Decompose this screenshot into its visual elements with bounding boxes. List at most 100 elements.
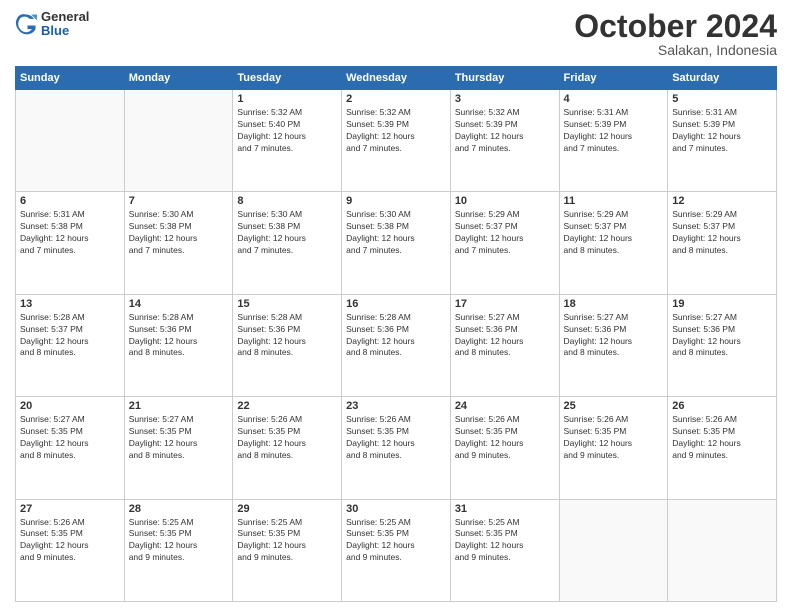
col-saturday: Saturday [668,67,777,90]
day-info: Sunrise: 5:28 AM Sunset: 5:37 PM Dayligh… [20,312,120,360]
title-month: October 2024 [574,10,777,42]
day-number: 15 [237,298,337,310]
day-number: 9 [346,195,446,207]
day-info: Sunrise: 5:26 AM Sunset: 5:35 PM Dayligh… [20,517,120,565]
day-info: Sunrise: 5:26 AM Sunset: 5:35 PM Dayligh… [346,414,446,462]
day-number: 4 [564,93,664,105]
day-info: Sunrise: 5:29 AM Sunset: 5:37 PM Dayligh… [672,209,772,257]
day-info: Sunrise: 5:29 AM Sunset: 5:37 PM Dayligh… [564,209,664,257]
col-thursday: Thursday [450,67,559,90]
day-info: Sunrise: 5:27 AM Sunset: 5:36 PM Dayligh… [455,312,555,360]
calendar-cell [124,90,233,192]
calendar-cell: 21 Sunrise: 5:27 AM Sunset: 5:35 PM Dayli… [124,397,233,499]
calendar-cell: 11 Sunrise: 5:29 AM Sunset: 5:37 PM Dayli… [559,192,668,294]
calendar-cell: 6Sunrise: 5:31 AM Sunset: 5:38 PM Daylig… [16,192,125,294]
calendar-week-5: 27 Sunrise: 5:26 AM Sunset: 5:35 PM Dayli… [16,499,777,601]
day-number: 28 [129,503,229,515]
day-info: Sunrise: 5:28 AM Sunset: 5:36 PM Dayligh… [237,312,337,360]
calendar-week-4: 20 Sunrise: 5:27 AM Sunset: 5:35 PM Dayli… [16,397,777,499]
col-wednesday: Wednesday [342,67,451,90]
day-number: 1 [237,93,337,105]
calendar-cell: 12 Sunrise: 5:29 AM Sunset: 5:37 PM Dayli… [668,192,777,294]
day-number: 14 [129,298,229,310]
day-info: Sunrise: 5:31 AM Sunset: 5:39 PM Dayligh… [672,107,772,155]
calendar-cell: 2 Sunrise: 5:32 AM Sunset: 5:39 PM Daylig… [342,90,451,192]
day-info: Sunrise: 5:30 AM Sunset: 5:38 PM Dayligh… [237,209,337,257]
day-number: 21 [129,400,229,412]
logo-blue-text: Blue [41,24,89,38]
day-info: Sunrise: 5:25 AM Sunset: 5:35 PM Dayligh… [455,517,555,565]
title-section: October 2024 Salakan, Indonesia [574,10,777,58]
day-number: 27 [20,503,120,515]
calendar-cell: 24 Sunrise: 5:26 AM Sunset: 5:35 PM Dayli… [450,397,559,499]
page: General Blue October 2024 Salakan, Indon… [0,0,792,612]
header: General Blue October 2024 Salakan, Indon… [15,10,777,58]
calendar-cell: 14 Sunrise: 5:28 AM Sunset: 5:36 PM Dayli… [124,294,233,396]
calendar-cell: 10 Sunrise: 5:29 AM Sunset: 5:37 PM Dayli… [450,192,559,294]
day-number: 13 [20,298,120,310]
calendar-cell: 26Sunrise: 5:26 AM Sunset: 5:35 PM Dayli… [668,397,777,499]
day-number: 10 [455,195,555,207]
calendar-cell: 28 Sunrise: 5:25 AM Sunset: 5:35 PM Dayli… [124,499,233,601]
day-number: 25 [564,400,664,412]
calendar-cell [668,499,777,601]
day-info: Sunrise: 5:27 AM Sunset: 5:35 PM Dayligh… [129,414,229,462]
day-info: Sunrise: 5:31 AM Sunset: 5:38 PM Dayligh… [20,209,120,257]
day-info: Sunrise: 5:27 AM Sunset: 5:36 PM Dayligh… [672,312,772,360]
calendar-cell: 13 Sunrise: 5:28 AM Sunset: 5:37 PM Dayli… [16,294,125,396]
day-info: Sunrise: 5:30 AM Sunset: 5:38 PM Dayligh… [129,209,229,257]
day-number: 24 [455,400,555,412]
day-number: 19 [672,298,772,310]
day-number: 30 [346,503,446,515]
calendar-cell: 16 Sunrise: 5:28 AM Sunset: 5:36 PM Dayli… [342,294,451,396]
day-number: 5 [672,93,772,105]
day-number: 23 [346,400,446,412]
logo-general-text: General [41,10,89,24]
calendar-cell: 23 Sunrise: 5:26 AM Sunset: 5:35 PM Dayli… [342,397,451,499]
day-info: Sunrise: 5:28 AM Sunset: 5:36 PM Dayligh… [129,312,229,360]
day-info: Sunrise: 5:25 AM Sunset: 5:35 PM Dayligh… [346,517,446,565]
day-info: Sunrise: 5:32 AM Sunset: 5:39 PM Dayligh… [455,107,555,155]
day-info: Sunrise: 5:28 AM Sunset: 5:36 PM Dayligh… [346,312,446,360]
day-info: Sunrise: 5:30 AM Sunset: 5:38 PM Dayligh… [346,209,446,257]
calendar-cell: 25 Sunrise: 5:26 AM Sunset: 5:35 PM Dayli… [559,397,668,499]
day-info: Sunrise: 5:27 AM Sunset: 5:35 PM Dayligh… [20,414,120,462]
day-number: 11 [564,195,664,207]
calendar-table: Sunday Monday Tuesday Wednesday Thursday… [15,66,777,602]
calendar-cell [559,499,668,601]
col-sunday: Sunday [16,67,125,90]
calendar-cell: 20 Sunrise: 5:27 AM Sunset: 5:35 PM Dayli… [16,397,125,499]
title-location: Salakan, Indonesia [574,42,777,58]
calendar-cell: 4 Sunrise: 5:31 AM Sunset: 5:39 PM Daylig… [559,90,668,192]
col-friday: Friday [559,67,668,90]
calendar-cell: 30 Sunrise: 5:25 AM Sunset: 5:35 PM Dayli… [342,499,451,601]
day-info: Sunrise: 5:29 AM Sunset: 5:37 PM Dayligh… [455,209,555,257]
day-number: 20 [20,400,120,412]
day-number: 7 [129,195,229,207]
calendar-cell: 8 Sunrise: 5:30 AM Sunset: 5:38 PM Daylig… [233,192,342,294]
day-info: Sunrise: 5:25 AM Sunset: 5:35 PM Dayligh… [129,517,229,565]
day-number: 8 [237,195,337,207]
day-number: 12 [672,195,772,207]
logo-text: General Blue [41,10,89,39]
day-info: Sunrise: 5:26 AM Sunset: 5:35 PM Dayligh… [564,414,664,462]
day-info: Sunrise: 5:26 AM Sunset: 5:35 PM Dayligh… [455,414,555,462]
day-number: 18 [564,298,664,310]
calendar-cell: 22Sunrise: 5:26 AM Sunset: 5:35 PM Dayli… [233,397,342,499]
logo-icon [15,13,37,35]
day-info: Sunrise: 5:25 AM Sunset: 5:35 PM Dayligh… [237,517,337,565]
calendar-week-2: 6Sunrise: 5:31 AM Sunset: 5:38 PM Daylig… [16,192,777,294]
calendar-week-3: 13 Sunrise: 5:28 AM Sunset: 5:37 PM Dayli… [16,294,777,396]
day-info: Sunrise: 5:27 AM Sunset: 5:36 PM Dayligh… [564,312,664,360]
day-info: Sunrise: 5:32 AM Sunset: 5:39 PM Dayligh… [346,107,446,155]
calendar-header-row: Sunday Monday Tuesday Wednesday Thursday… [16,67,777,90]
calendar-cell: 1Sunrise: 5:32 AM Sunset: 5:40 PM Daylig… [233,90,342,192]
day-number: 2 [346,93,446,105]
day-number: 16 [346,298,446,310]
day-number: 3 [455,93,555,105]
calendar-cell: 5 Sunrise: 5:31 AM Sunset: 5:39 PM Daylig… [668,90,777,192]
day-number: 29 [237,503,337,515]
calendar-cell: 15 Sunrise: 5:28 AM Sunset: 5:36 PM Dayli… [233,294,342,396]
day-info: Sunrise: 5:31 AM Sunset: 5:39 PM Dayligh… [564,107,664,155]
day-number: 31 [455,503,555,515]
